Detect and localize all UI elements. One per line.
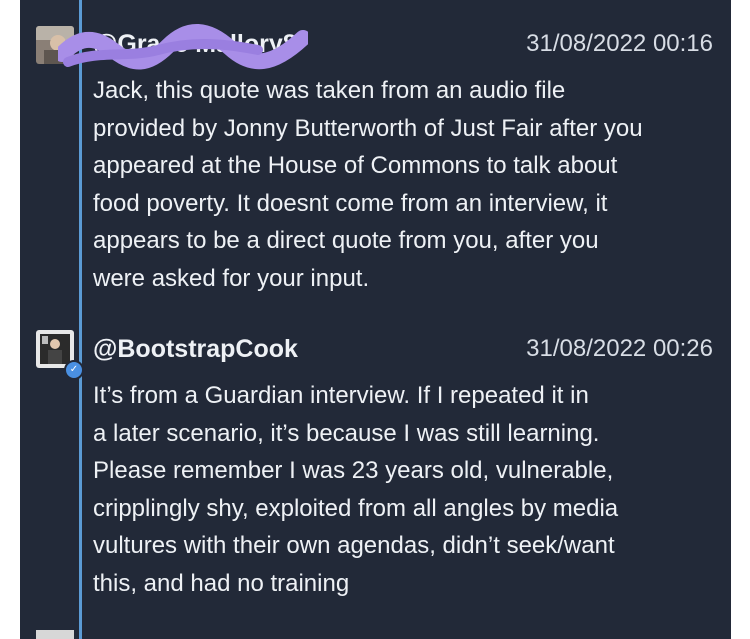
comment-timestamp: 31/08/2022 00:16	[526, 30, 713, 57]
comment-line: vultures with their own agendas, didn’t …	[93, 532, 615, 560]
comment-timestamp: 31/08/2022 00:26	[526, 335, 713, 362]
comment-line: appears to be a direct quote from you, a…	[93, 227, 599, 255]
comment-line: appeared at the House of Commons to talk…	[93, 152, 618, 180]
user-avatar-icon[interactable]	[36, 26, 74, 64]
comment-line: this, and had no training	[93, 569, 350, 597]
comment-line: Jack, this quote was taken from an audio…	[93, 77, 566, 104]
comment-username[interactable]: @BootstrapCook	[93, 335, 298, 364]
comment-body: It’s from a Guardian interview. If I rep…	[93, 377, 718, 603]
comment-thread-panel: @Grace Mallory8 31/08/2022 00:16 Jack, t…	[20, 0, 731, 639]
comment-line: cripplingly shy, exploited from all angl…	[93, 494, 619, 522]
comment-line: It’s from a Guardian interview. If I rep…	[93, 382, 589, 409]
comment-line: Please remember I was 23 years old, vuln…	[93, 457, 614, 485]
next-comment-avatar	[36, 630, 74, 639]
comment-line: a later scenario, it’s because I was sti…	[93, 419, 600, 447]
comment-body: Jack, this quote was taken from an audio…	[93, 72, 718, 298]
comment-line: were asked for your input.	[93, 264, 370, 292]
verified-check-icon: ✓	[64, 360, 84, 380]
comment-line: provided by Jonny Butterworth of Just Fa…	[93, 114, 643, 142]
thread-line	[79, 0, 82, 639]
comment-username[interactable]: @Grace Mallory8	[93, 30, 297, 59]
comment-line: food poverty. It doesnt come from an int…	[93, 189, 608, 217]
